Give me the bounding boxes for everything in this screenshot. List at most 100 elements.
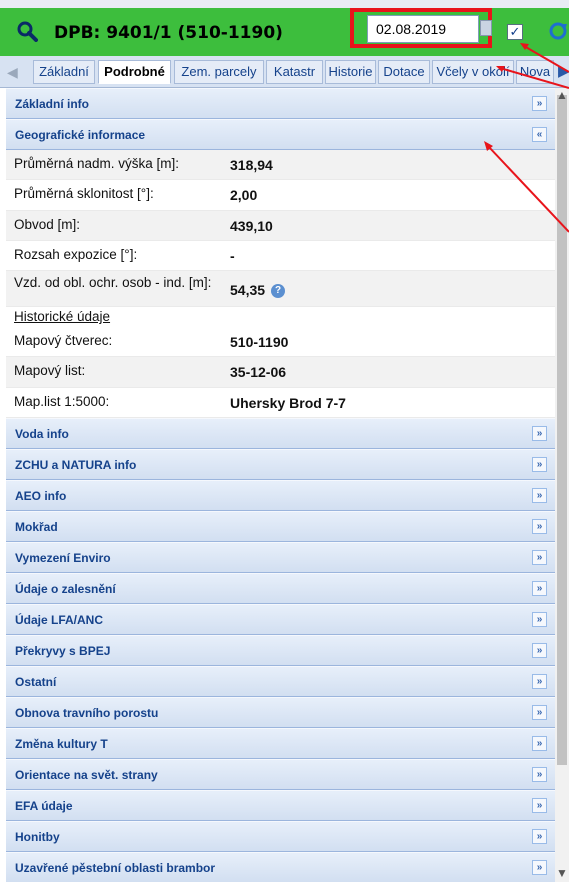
panel-title: Voda info xyxy=(15,427,69,442)
refresh-icon[interactable] xyxy=(548,20,569,42)
historic-data-row: Historické údaje xyxy=(6,307,555,327)
panel-title: Uzavřené pěstební oblasti brambor xyxy=(15,861,216,876)
panel-title: AEO info xyxy=(15,489,67,504)
panel-udaje-lfa-anc[interactable]: Údaje LFA/ANC » xyxy=(6,604,555,636)
detail-panel-list: Základní info » Geografické informace « … xyxy=(6,88,555,882)
expand-icon[interactable]: » xyxy=(532,488,547,504)
panel-udaje-o-zalesneni[interactable]: Údaje o zalesnění » xyxy=(6,573,555,605)
panel-vymezeni-enviro[interactable]: Vymezení Enviro » xyxy=(6,542,555,574)
row-label: Průměrná nadm. výška [m]: xyxy=(14,156,180,171)
collapse-icon[interactable]: « xyxy=(532,127,547,142)
info-row: Průměrná sklonitost [°]: 2,00 xyxy=(6,180,555,211)
expand-icon[interactable]: » xyxy=(532,674,547,690)
panel-mokrad[interactable]: Mokřad » xyxy=(6,511,555,543)
panel-title: Honitby xyxy=(15,830,60,845)
tab-zakladni[interactable]: Základní xyxy=(33,60,95,84)
panel-title: Mokřad xyxy=(15,520,58,535)
calendar-icon[interactable] xyxy=(480,20,492,36)
panel-title: Základní info xyxy=(15,97,90,111)
expand-icon[interactable]: » xyxy=(532,829,547,845)
tab-historie[interactable]: Historie xyxy=(325,60,376,84)
panel-title: Překryvy s BPEJ xyxy=(15,644,111,659)
row-label: Mapový list: xyxy=(14,363,86,379)
panel-zmena-kultury-t[interactable]: Změna kultury T » xyxy=(6,728,555,760)
panel-efa-udaje[interactable]: EFA údaje » xyxy=(6,790,555,822)
row-value: 510-1190 xyxy=(230,334,289,351)
expand-icon[interactable]: » xyxy=(532,519,547,535)
search-icon[interactable] xyxy=(16,20,38,42)
panel-title: Orientace na svět. strany xyxy=(15,768,158,783)
info-row: Obvod [m]: 439,10 xyxy=(6,210,555,241)
panel-aeo-info[interactable]: AEO info » xyxy=(6,480,555,512)
top-strip xyxy=(0,0,569,8)
date-field[interactable]: 02.08.2019 xyxy=(367,15,479,43)
expand-icon[interactable]: » xyxy=(532,96,547,111)
row-value-with-help: 54,35? xyxy=(230,282,286,299)
historic-data-link[interactable]: Historické údaje xyxy=(14,309,110,324)
expand-icon[interactable]: » xyxy=(532,736,547,752)
panel-orientace-na-svet-strany[interactable]: Orientace na svět. strany » xyxy=(6,759,555,791)
info-row: Průměrná nadm. výška [m]: 318,94 xyxy=(6,150,555,181)
expand-icon[interactable]: » xyxy=(532,550,547,566)
row-value: 35-12-06 xyxy=(230,364,287,381)
tab-zem-parcely[interactable]: Zem. parcely xyxy=(174,60,264,84)
panel-title: Geografické informace xyxy=(15,128,146,142)
panel-honitby[interactable]: Honitby » xyxy=(6,821,555,853)
panel-geograficke-informace[interactable]: Geografické informace « xyxy=(6,119,555,150)
panel-title: Vymezení Enviro xyxy=(15,551,111,566)
tab-podrobne[interactable]: Podrobné xyxy=(98,60,171,84)
expand-icon[interactable]: » xyxy=(532,767,547,783)
panel-voda-info[interactable]: Voda info » xyxy=(6,418,555,450)
info-row: Mapový čtverec: 510-1190 xyxy=(6,327,555,358)
panel-ostatni[interactable]: Ostatní » xyxy=(6,666,555,698)
scrollbar-thumb[interactable] xyxy=(557,95,567,765)
panel-title: Údaje o zalesnění xyxy=(15,582,116,597)
record-title: DPB: 9401/1 (510-1190) xyxy=(54,23,283,43)
expand-icon[interactable]: » xyxy=(532,581,547,597)
tab-nova[interactable]: Nova xyxy=(516,60,554,84)
row-value: 54,35 xyxy=(230,282,266,299)
info-row: Rozsah expozice [°]: - xyxy=(6,240,555,272)
expand-icon[interactable]: » xyxy=(532,643,547,659)
help-icon[interactable]: ? xyxy=(271,284,286,299)
expand-icon[interactable]: » xyxy=(532,457,547,473)
panel-title: Ostatní xyxy=(15,675,57,690)
expand-icon[interactable]: » xyxy=(532,426,547,442)
expand-icon[interactable]: » xyxy=(532,612,547,628)
panel-title: EFA údaje xyxy=(15,799,73,814)
date-checkbox[interactable]: ✓ xyxy=(507,24,523,40)
tab-scroll-right-icon[interactable]: ▶ xyxy=(558,62,569,80)
row-value: 2,00 xyxy=(230,187,258,204)
tab-bar: ◀ Základní Podrobné Zem. parcely Katastr… xyxy=(0,56,569,88)
panel-zchu-natura-info[interactable]: ZCHU a NATURA info » xyxy=(6,449,555,481)
panel-zakladni-info[interactable]: Základní info » xyxy=(6,88,555,119)
tab-katastr[interactable]: Katastr xyxy=(266,60,323,84)
row-label: Mapový čtverec: xyxy=(14,333,113,349)
tab-scroll-left-icon[interactable]: ◀ xyxy=(7,64,18,81)
panel-title: ZCHU a NATURA info xyxy=(15,458,137,473)
row-label: Map.list 1:5000: xyxy=(14,393,110,409)
row-label: Rozsah expozice [°]: xyxy=(14,246,138,262)
info-row: Vzd. od obl. ochr. osob - ind. [m]: 54,3… xyxy=(6,271,555,308)
scroll-up-icon[interactable]: ▲ xyxy=(556,88,568,102)
row-value: 439,10 xyxy=(230,217,273,234)
tab-vcely-v-okoli[interactable]: Včely v okolí xyxy=(432,60,514,84)
info-row: Map.list 1:5000: Uhersky Brod 7-7 xyxy=(6,387,555,419)
panel-title: Údaje LFA/ANC xyxy=(15,613,104,628)
tab-dotace[interactable]: Dotace xyxy=(378,60,430,84)
panel-title: Obnova travního porostu xyxy=(15,706,159,721)
expand-icon[interactable]: » xyxy=(532,798,547,814)
panel-title: Změna kultury T xyxy=(15,737,108,752)
row-label: Průměrná sklonitost [°]: xyxy=(14,186,154,202)
row-label: Vzd. od obl. ochr. osob - ind. [m]: xyxy=(14,275,212,291)
row-value: - xyxy=(230,247,235,264)
expand-icon[interactable]: » xyxy=(532,860,547,876)
panel-obnova-travniho-porostu[interactable]: Obnova travního porostu » xyxy=(6,697,555,729)
panel-prekryvy-s-bpej[interactable]: Překryvy s BPEJ » xyxy=(6,635,555,667)
row-value: 318,94 xyxy=(230,157,273,173)
row-label: Obvod [m]: xyxy=(14,216,81,232)
expand-icon[interactable]: » xyxy=(532,705,547,721)
scroll-down-icon[interactable]: ▼ xyxy=(556,866,568,880)
info-row: Mapový list: 35-12-06 xyxy=(6,357,555,388)
panel-uzavrene-pestebni-oblasti-brambor[interactable]: Uzavřené pěstební oblasti brambor » xyxy=(6,852,555,882)
